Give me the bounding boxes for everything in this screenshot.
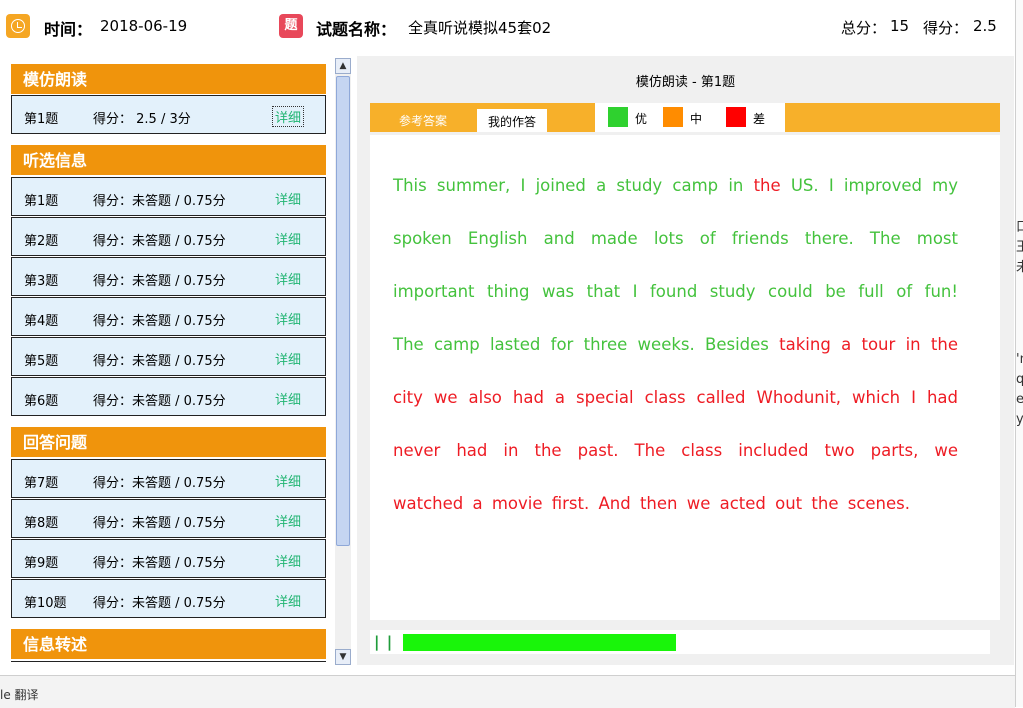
question-score: 得分：未答题 / 0.75分 [93,516,226,531]
audio-player: | | [370,630,990,654]
question-row[interactable]: 第5题 得分：未答题 / 0.75分 详细 [11,337,326,376]
graded-passage: This summer, I joined a study camp in th… [393,159,958,530]
question-number: 第5题 [24,354,59,369]
clock-icon [6,14,30,38]
detail-link[interactable]: 详细 [272,106,305,127]
passage-segment-poor: taking a tour in the city we also had a … [393,335,958,513]
pause-icon[interactable]: | | [374,633,393,651]
section-divider [11,661,326,662]
background-glyph: yi [1016,412,1023,427]
detail-link[interactable]: 详细 [275,389,301,408]
grade-legend: 优 中 差 [595,103,785,132]
question-score: 得分：未答题 / 0.75分 [93,234,226,249]
time-label: 时间： [44,20,93,39]
answer-content: This summer, I joined a study camp in th… [370,135,1000,620]
question-row[interactable]: 第4题 得分：未答题 / 0.75分 详细 [11,297,326,336]
question-score: 得分：未答题 / 0.75分 [93,274,226,289]
background-glyph: 王 [1016,240,1023,255]
background-glyph: 'n [1016,352,1023,367]
exam-date: 2018-06-19 [100,17,188,35]
section-header-answer-questions: 回答问题 [11,427,326,457]
passage-segment-good: US. I improved my spoken English and mad… [393,176,958,354]
answer-detail-panel: 模仿朗读 - 第1题 参考答案 我的作答 优 中 差 This summer, … [357,56,1014,665]
question-number: 第6题 [24,394,59,409]
detail-link[interactable]: 详细 [275,309,301,328]
panel-title: 模仿朗读 - 第1题 [635,75,736,90]
question-row[interactable]: 第9题 得分：未答题 / 0.75分 详细 [11,539,326,578]
total-score: 15 [890,17,910,35]
section-header-info-retelling: 信息转述 [11,629,326,659]
question-score: 得分：未答题 / 0.75分 [93,194,226,209]
question-number: 第10题 [24,596,67,611]
legend-label-poor: 差 [753,112,766,126]
detail-link[interactable]: 详细 [275,229,301,248]
detail-link[interactable]: 详细 [275,551,301,570]
detail-link[interactable]: 详细 [275,591,301,610]
question-number: 第8题 [24,516,59,531]
detail-link[interactable]: 详细 [275,511,301,530]
section-header-listening-choice: 听选信息 [11,145,326,175]
legend-swatch-good [608,107,628,127]
question-icon: 题 [279,14,303,38]
detail-link[interactable]: 详细 [275,269,301,288]
question-row[interactable]: 第7题 得分：未答题 / 0.75分 详细 [11,459,326,498]
background-glyph: 口 [1016,220,1023,235]
background-glyph: es [1016,392,1023,407]
detail-link[interactable]: 详细 [275,349,301,368]
background-taskbar [0,675,1015,708]
background-glyph: 未 [1016,260,1023,275]
passage-segment-good: This summer, I joined a study camp in [393,176,754,195]
question-row[interactable]: 第3题 得分：未答题 / 0.75分 详细 [11,257,326,296]
detail-link[interactable]: 详细 [275,189,301,208]
question-score: 得分：未答题 / 0.75分 [93,596,226,611]
scroll-thumb[interactable] [336,76,350,546]
question-number: 第9题 [24,556,59,571]
question-sidebar[interactable]: 模仿朗读 第1题 得分： 2.5 / 3分 详细 听选信息 第1题 得分：未答题… [0,56,333,665]
question-number: 第7题 [24,476,59,491]
question-row[interactable]: 第1题 得分： 2.5 / 3分 详细 [11,95,326,134]
tab-my-answer[interactable]: 我的作答 [477,109,547,132]
question-row[interactable]: 第2题 得分：未答题 / 0.75分 详细 [11,217,326,256]
legend-label-good: 优 [635,112,648,126]
question-score: 得分：未答题 / 0.75分 [93,314,226,329]
background-translate-text: le 翻译 [0,688,39,702]
legend-swatch-poor [726,107,746,127]
question-number: 第1题 [24,194,59,209]
total-label: 总分： [841,19,887,37]
question-number: 第3题 [24,274,59,289]
sidebar-scrollbar[interactable]: ▲ ▼ [335,58,351,665]
question-score: 得分： 2.5 / 3分 [93,112,191,127]
exam-name: 全真听说模拟45套02 [408,19,552,37]
question-score: 得分：未答题 / 0.75分 [93,476,226,491]
legend-label-medium: 中 [690,112,703,126]
exam-name-label: 试题名称： [316,20,397,39]
question-score: 得分：未答题 / 0.75分 [93,354,226,369]
my-score: 2.5 [973,17,997,35]
header-bar: 时间： 2018-06-19 题 试题名称： 全真听说模拟45套02 总分： 1… [0,0,1015,56]
question-row[interactable]: 第10题 得分：未答题 / 0.75分 详细 [11,579,326,618]
question-number: 第2题 [24,234,59,249]
score-label: 得分： [923,19,969,37]
scroll-down-icon[interactable]: ▼ [335,649,351,665]
question-row[interactable]: 第8题 得分：未答题 / 0.75分 详细 [11,499,326,538]
question-number: 第1题 [24,112,59,127]
legend-swatch-medium [663,107,683,127]
question-number: 第4题 [24,314,59,329]
question-score: 得分：未答题 / 0.75分 [93,394,226,409]
tab-bar: 参考答案 我的作答 优 中 差 [370,103,1000,132]
tab-reference-answer[interactable]: 参考答案 [370,103,476,132]
playback-progress-bar[interactable] [403,634,676,651]
section-header-imitation-reading: 模仿朗读 [11,64,326,94]
scroll-up-icon[interactable]: ▲ [335,58,351,74]
question-row[interactable]: 第1题 得分：未答题 / 0.75分 详细 [11,177,326,216]
detail-link[interactable]: 详细 [275,471,301,490]
question-row[interactable]: 第6题 得分：未答题 / 0.75分 详细 [11,377,326,416]
question-score: 得分：未答题 / 0.75分 [93,556,226,571]
passage-segment-poor: the [753,176,781,195]
background-glyph: qu [1016,372,1023,387]
